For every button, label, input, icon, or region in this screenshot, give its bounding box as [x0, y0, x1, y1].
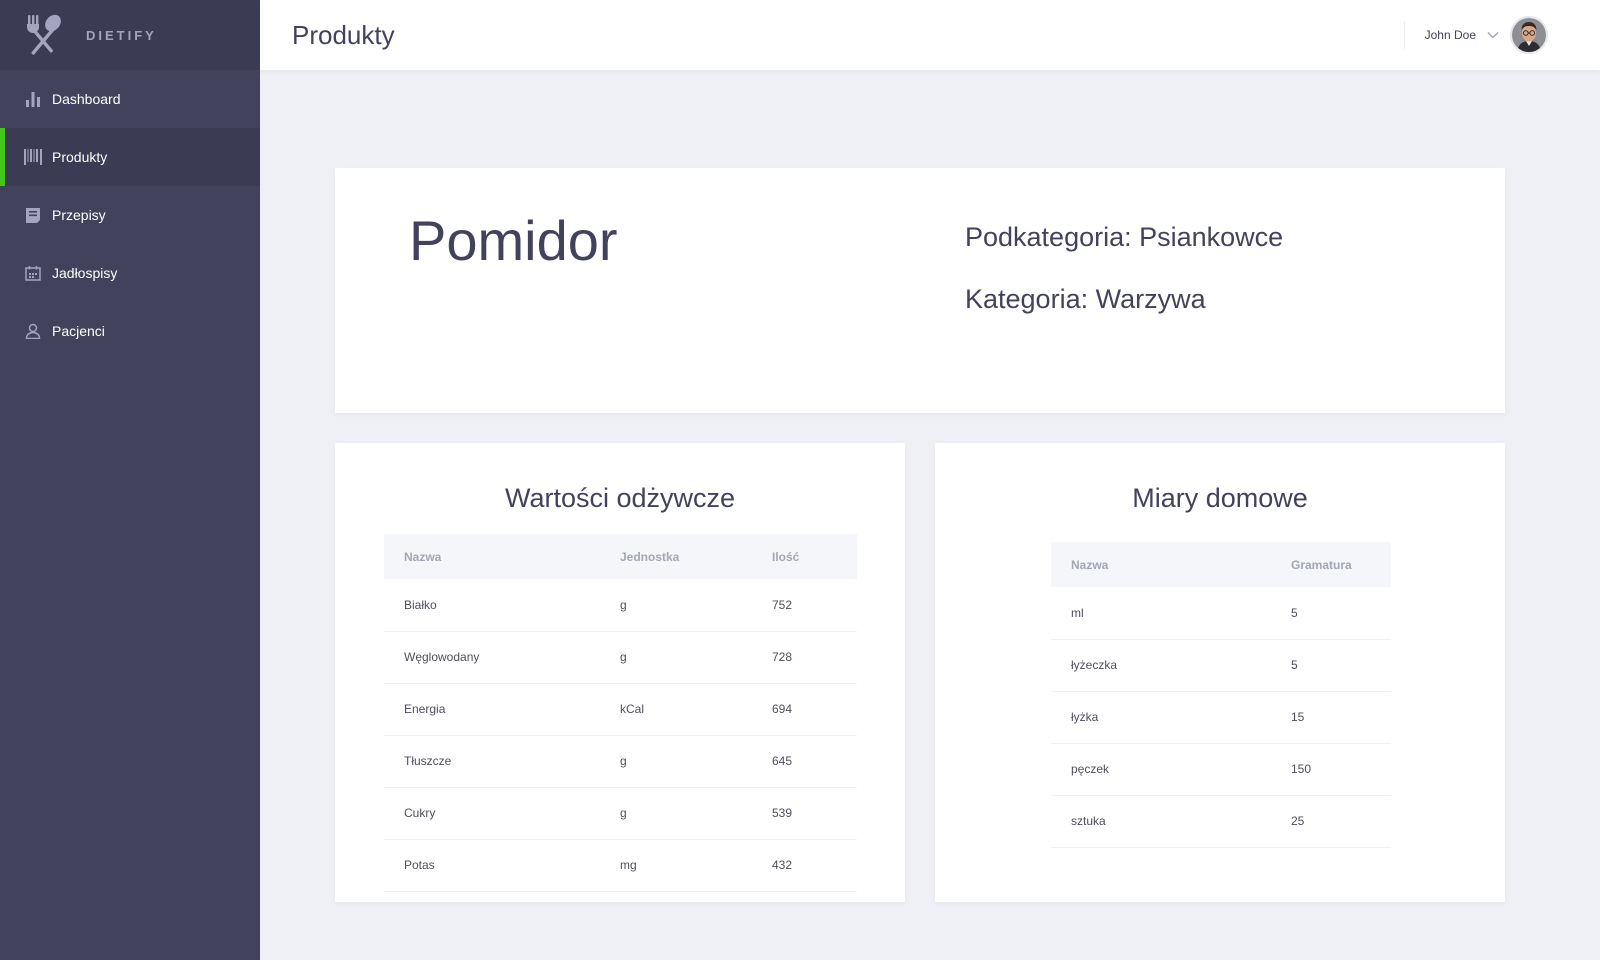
table-row[interactable]: Węglowodany g 728	[384, 631, 857, 684]
cell-name: łyżeczka	[1051, 639, 1271, 692]
sidebar-item-pacjenci[interactable]: Pacjenci	[0, 302, 260, 360]
cell-weight: 5	[1271, 639, 1391, 692]
brand[interactable]: DIETIFY	[0, 0, 260, 70]
cell-name: Tłuszcze	[384, 735, 600, 788]
barcode-icon	[24, 148, 42, 166]
cell-amount: 694	[752, 683, 857, 736]
table-row[interactable]: pęczek 150	[1051, 743, 1391, 796]
measures-title: Miary domowe	[1132, 483, 1308, 513]
fork-spoon-logo-icon	[27, 14, 61, 55]
sidebar-item-produkty[interactable]: Produkty	[0, 128, 260, 186]
cell-weight: 25	[1271, 795, 1391, 848]
cell-unit: g	[600, 579, 752, 632]
cell-name: ml	[1051, 587, 1271, 640]
cell-name: Białko	[384, 579, 600, 632]
cell-amount: 432	[752, 839, 857, 892]
cell-name: sztuka	[1051, 795, 1271, 848]
cell-weight: 5	[1271, 587, 1391, 640]
sidebar: DIETIFY Dashboard Produkty Przepisy Jadł…	[0, 0, 260, 960]
cell-weight: 150	[1271, 743, 1391, 796]
bar-chart-icon	[24, 90, 42, 108]
measures-table: Nazwa Gramatura ml 5 łyżeczka 5 łyżka 15…	[1051, 542, 1391, 848]
user-name[interactable]: John Doe	[1425, 28, 1476, 42]
column-header-unit[interactable]: Jednostka	[600, 534, 752, 579]
cell-amount: 752	[752, 579, 857, 632]
product-name: Pomidor	[409, 209, 618, 272]
cell-unit: kCal	[600, 683, 752, 736]
cell-amount: 728	[752, 631, 857, 684]
nutrition-title: Wartości odżywcze	[504, 483, 736, 513]
cell-unit: g	[600, 735, 752, 788]
product-card: Pomidor Podkategoria: Psiankowce Kategor…	[335, 168, 1505, 413]
product-subcategory: Podkategoria: Psiankowce	[965, 222, 1284, 252]
column-header-amount[interactable]: Ilość	[752, 534, 857, 579]
brand-name: DIETIFY	[86, 27, 157, 43]
table-row[interactable]: Białko g 752	[384, 579, 857, 632]
table-row[interactable]: Cukry g 539	[384, 787, 857, 840]
sidebar-item-przepisy[interactable]: Przepisy	[0, 186, 260, 244]
cell-name: Energia	[384, 683, 600, 736]
table-row[interactable]: Tłuszcze g 645	[384, 735, 857, 788]
nutrition-card: Wartości odżywcze Nazwa Jednostka Ilość …	[335, 443, 905, 902]
table-row[interactable]: sztuka 25	[1051, 795, 1391, 848]
product-category: Kategoria: Warzywa	[965, 284, 1206, 314]
table-row[interactable]: łyżeczka 5	[1051, 639, 1391, 692]
sidebar-item-label: Dashboard	[52, 91, 121, 107]
table-row[interactable]: Energia kCal 694	[384, 683, 857, 736]
table-row[interactable]: łyżka 15	[1051, 691, 1391, 744]
table-header-row: Nazwa Gramatura	[1051, 542, 1391, 587]
sidebar-item-label: Jadłospisy	[52, 265, 118, 281]
cell-unit: g	[600, 787, 752, 840]
calendar-icon	[24, 264, 42, 282]
divider	[1403, 21, 1405, 49]
cell-amount: 539	[752, 787, 857, 840]
avatar[interactable]	[1510, 16, 1548, 54]
sidebar-item-label: Przepisy	[52, 207, 106, 223]
column-header-name[interactable]: Nazwa	[384, 534, 600, 579]
table-row[interactable]: Potas mg 432	[384, 839, 857, 892]
sidebar-nav: Dashboard Produkty Przepisy Jadłospisy P…	[0, 70, 260, 360]
topbar: Produkty John Doe	[260, 0, 1600, 70]
nutrition-table: Nazwa Jednostka Ilość Białko g 752 Węglo…	[384, 534, 857, 892]
cell-unit: mg	[600, 839, 752, 892]
user-menu[interactable]: John Doe	[1403, 0, 1548, 70]
cell-name: Potas	[384, 839, 600, 892]
sidebar-item-jadlospisy[interactable]: Jadłospisy	[0, 244, 260, 302]
cell-name: Węglowodany	[384, 631, 600, 684]
column-header-name[interactable]: Nazwa	[1051, 542, 1271, 587]
recipe-icon	[24, 206, 42, 224]
user-icon	[24, 322, 42, 340]
page-title: Produkty	[292, 19, 395, 50]
cell-name: łyżka	[1051, 691, 1271, 744]
chevron-down-icon[interactable]	[1486, 28, 1500, 42]
measures-card: Miary domowe Nazwa Gramatura ml 5 łyżecz…	[935, 443, 1505, 902]
column-header-weight[interactable]: Gramatura	[1271, 542, 1391, 587]
cell-unit: g	[600, 631, 752, 684]
table-header-row: Nazwa Jednostka Ilość	[384, 534, 857, 579]
cell-name: Cukry	[384, 787, 600, 840]
sidebar-item-label: Pacjenci	[52, 323, 105, 339]
cell-amount: 645	[752, 735, 857, 788]
sidebar-item-dashboard[interactable]: Dashboard	[0, 70, 260, 128]
cell-name: pęczek	[1051, 743, 1271, 796]
sidebar-item-label: Produkty	[52, 149, 108, 165]
table-row[interactable]: ml 5	[1051, 587, 1391, 640]
cell-weight: 15	[1271, 691, 1391, 744]
